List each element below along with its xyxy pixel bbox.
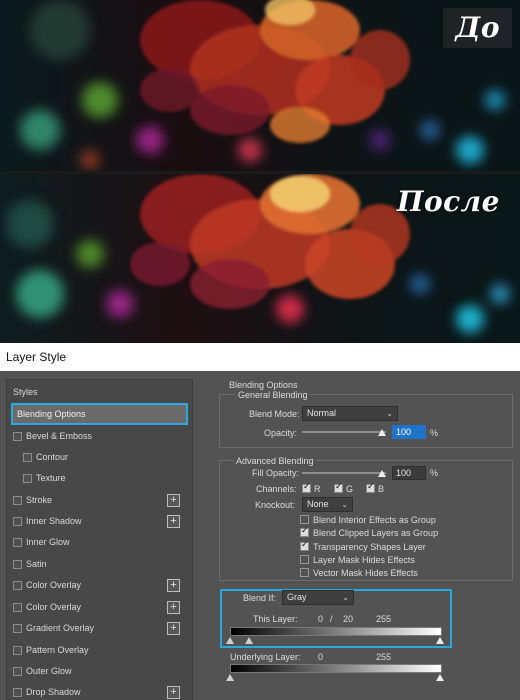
add-inner-shadow-icon[interactable]: + xyxy=(167,515,180,528)
style-item-color-overlay-2[interactable]: Color Overlay + xyxy=(7,597,192,618)
blend-interior-effects-label: Blend Interior Effects as Group xyxy=(313,515,436,525)
blend-interior-effects-checkbox[interactable] xyxy=(300,515,309,524)
channels-label: Channels: xyxy=(256,484,297,494)
opacity-slider-knob[interactable] xyxy=(378,429,386,436)
before-photo: До xyxy=(0,0,520,171)
contour-checkbox[interactable] xyxy=(23,453,32,462)
dialog-title: Layer Style xyxy=(0,343,520,371)
this-layer-low-value: 0 xyxy=(318,614,324,624)
style-item-stroke[interactable]: Stroke + xyxy=(7,490,192,511)
stroke-checkbox[interactable] xyxy=(13,496,22,505)
general-blending-group xyxy=(219,394,513,448)
style-item-inner-shadow[interactable]: Inner Shadow + xyxy=(7,511,192,532)
chevron-down-icon: ⌄ xyxy=(341,500,348,509)
opacity-input[interactable]: 100 xyxy=(392,425,426,439)
outer-glow-checkbox[interactable] xyxy=(13,667,22,676)
underlying-low-value: 0 xyxy=(318,652,324,662)
pattern-overlay-checkbox[interactable] xyxy=(13,646,22,655)
blend-clipped-layers-checkbox[interactable] xyxy=(300,526,309,537)
knockout-label: Knockout: xyxy=(255,500,296,510)
style-item-bevel-emboss[interactable]: Bevel & Emboss xyxy=(7,426,192,447)
texture-checkbox[interactable] xyxy=(23,474,32,483)
this-layer-white-knob[interactable] xyxy=(436,637,444,644)
color-overlay-checkbox[interactable] xyxy=(13,603,22,612)
transparency-shapes-label: Transparency Shapes Layer xyxy=(313,542,426,552)
layer-style-dialog: Styles Blending Options Bevel & Emboss C… xyxy=(0,371,520,700)
chevron-down-icon: ⌄ xyxy=(386,409,393,418)
chevron-down-icon: ⌄ xyxy=(342,593,349,602)
style-item-label: Blending Options xyxy=(17,409,86,419)
fill-opacity-slider-knob[interactable] xyxy=(378,470,386,477)
gradient-overlay-checkbox[interactable] xyxy=(13,624,22,633)
blend-mode-select[interactable]: Normal ⌄ xyxy=(302,406,398,421)
blend-mode-label: Blend Mode: xyxy=(249,409,300,419)
style-item-drop-shadow[interactable]: Drop Shadow + xyxy=(7,682,192,700)
fill-opacity-label: Fill Opacity: xyxy=(252,468,300,478)
opacity-slider[interactable] xyxy=(302,431,386,433)
this-layer-label: This Layer: xyxy=(253,614,298,624)
style-item-color-overlay-1[interactable]: Color Overlay + xyxy=(7,575,192,596)
vector-mask-hides-checkbox[interactable] xyxy=(300,568,309,577)
style-item-gradient-overlay[interactable]: Gradient Overlay + xyxy=(7,618,192,639)
style-item-satin[interactable]: Satin xyxy=(7,554,192,575)
after-photo: После xyxy=(0,171,520,343)
vector-mask-hides-label: Vector Mask Hides Effects xyxy=(313,568,418,578)
channel-g-label: G xyxy=(346,484,354,494)
add-stroke-icon[interactable]: + xyxy=(167,494,180,507)
style-item-inner-glow[interactable]: Inner Glow xyxy=(7,532,192,553)
fill-opacity-slider[interactable] xyxy=(302,472,386,474)
style-item-blending-options[interactable]: Blending Options xyxy=(11,403,188,425)
advanced-blending-title: Advanced Blending xyxy=(234,456,316,466)
channel-g-checkbox[interactable] xyxy=(334,482,343,493)
channel-r-checkbox[interactable] xyxy=(302,482,311,493)
inner-glow-checkbox[interactable] xyxy=(13,538,22,547)
satin-checkbox[interactable] xyxy=(13,560,22,569)
color-overlay-checkbox[interactable] xyxy=(13,581,22,590)
blend-if-label: Blend If: xyxy=(243,593,277,603)
drop-shadow-checkbox[interactable] xyxy=(13,688,22,697)
channel-b-checkbox[interactable] xyxy=(366,482,375,493)
style-item-contour[interactable]: Contour xyxy=(7,447,192,468)
this-layer-split-value: 20 xyxy=(343,614,354,624)
add-gradient-overlay-icon[interactable]: + xyxy=(167,622,180,635)
this-layer-separator: / xyxy=(330,614,333,624)
bevel-emboss-checkbox[interactable] xyxy=(13,432,22,441)
underlying-layer-label: Underlying Layer: xyxy=(230,652,301,662)
add-color-overlay-icon[interactable]: + xyxy=(167,601,180,614)
transparency-shapes-checkbox[interactable] xyxy=(300,540,309,551)
blend-clipped-layers-label: Blend Clipped Layers as Group xyxy=(313,528,439,538)
layer-mask-hides-checkbox[interactable] xyxy=(300,555,309,564)
before-label: До xyxy=(443,8,512,48)
this-layer-black-knob-right[interactable] xyxy=(245,637,253,644)
blend-if-select[interactable]: Gray ⌄ xyxy=(282,590,354,605)
channel-b-label: B xyxy=(378,484,385,494)
this-layer-black-knob-left[interactable] xyxy=(226,637,234,644)
add-color-overlay-icon[interactable]: + xyxy=(167,579,180,592)
this-layer-high-value: 255 xyxy=(376,614,392,624)
style-item-pattern-overlay[interactable]: Pattern Overlay xyxy=(7,640,192,661)
style-item-texture[interactable]: Texture xyxy=(7,468,192,489)
inner-shadow-checkbox[interactable] xyxy=(13,517,22,526)
fill-opacity-input[interactable]: 100 xyxy=(392,466,426,480)
styles-list: Styles Blending Options Bevel & Emboss C… xyxy=(6,379,193,700)
this-layer-gradient[interactable] xyxy=(230,627,442,636)
knockout-select[interactable]: None ⌄ xyxy=(302,497,353,512)
layer-mask-hides-label: Layer Mask Hides Effects xyxy=(313,555,415,565)
channel-r-label: R xyxy=(314,484,321,494)
styles-header[interactable]: Styles xyxy=(7,382,192,403)
fill-opacity-unit: % xyxy=(430,468,439,478)
after-label: После xyxy=(397,185,500,218)
underlying-white-knob[interactable] xyxy=(436,674,444,681)
style-item-outer-glow[interactable]: Outer Glow xyxy=(7,661,192,682)
opacity-label: Opacity: xyxy=(264,428,298,438)
blending-options-title: Blending Options xyxy=(229,380,298,390)
underlying-black-knob[interactable] xyxy=(226,674,234,681)
add-drop-shadow-icon[interactable]: + xyxy=(167,686,180,699)
underlying-high-value: 255 xyxy=(376,652,392,662)
opacity-unit: % xyxy=(430,428,439,438)
underlying-layer-gradient[interactable] xyxy=(230,664,442,673)
general-blending-title: General Blending xyxy=(236,390,310,400)
